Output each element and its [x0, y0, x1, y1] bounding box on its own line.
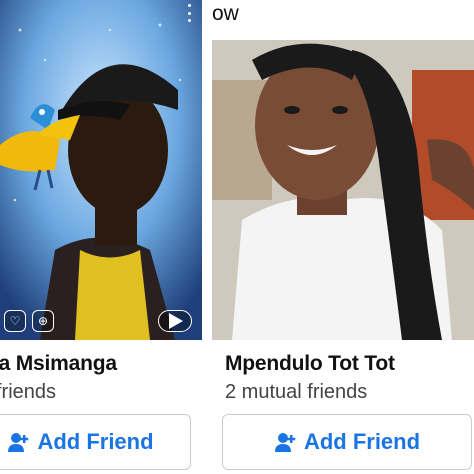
card-divider [202, 0, 212, 474]
add-friend-button-1[interactable]: Add Friend [0, 414, 191, 470]
mutual-friends-2: 2 mutual friends [225, 381, 368, 403]
add-friend-label-2: Add Friend [303, 429, 421, 454]
user-plus-icon [7, 431, 29, 453]
see-all-link[interactable]: ow [212, 2, 239, 26]
suggestion-card-2[interactable]: ow Mpendulo Tot Tot 2 mutual friends Add… [212, 0, 474, 474]
suggestion-card-1[interactable]: ♡ ⊕ ga Msimanga l friends Add Friend [0, 0, 202, 474]
heart-icon[interactable]: ♡ [4, 310, 26, 332]
share-icon[interactable]: ⊕ [32, 310, 54, 332]
profile-photo-1[interactable]: ♡ ⊕ [0, 0, 202, 340]
more-vertical-icon[interactable] [186, 4, 192, 22]
add-friend-label-1: Add Friend [37, 429, 154, 454]
user-plus-icon [274, 431, 296, 453]
mutual-friends-1: l friends [0, 381, 57, 403]
friend-name-1[interactable]: ga Msimanga [0, 352, 117, 376]
profile-photo-2[interactable] [212, 40, 474, 340]
add-friend-button-2[interactable]: Add Friend [222, 414, 472, 470]
friend-name-2[interactable]: Mpendulo Tot Tot [225, 352, 395, 376]
play-icon[interactable] [158, 310, 192, 332]
